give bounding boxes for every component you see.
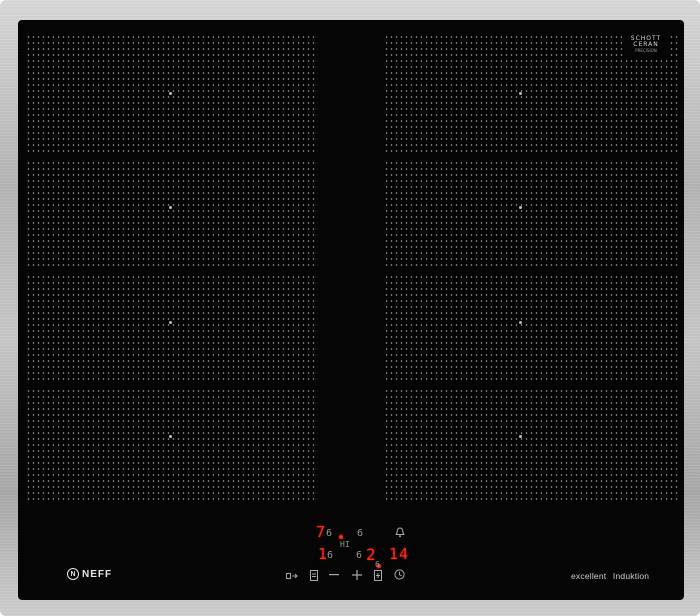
zone-center-mark — [169, 435, 172, 438]
boost-label: HI — [340, 540, 350, 549]
clock-icon[interactable] — [394, 569, 405, 580]
plus-icon[interactable] — [352, 570, 362, 580]
rear-left-level[interactable]: 1 — [318, 547, 327, 562]
zone-center-mark — [519, 321, 522, 324]
product-tagline: excellent Induktion — [571, 571, 653, 581]
glass-brand-line3: PRECISION — [635, 48, 657, 53]
front-left-indicator — [339, 535, 343, 539]
front-left-level[interactable]: 7 — [316, 525, 325, 540]
stainless-frame: SCHOTT CERAN PRECISION 7 6 HI 6 1 6 6 2 … — [0, 0, 700, 616]
zone-center-mark — [519, 206, 522, 209]
neff-logo: N NEFF — [67, 568, 112, 580]
zone-divider — [26, 268, 318, 274]
zone-divider — [26, 152, 318, 158]
zone-center-mark — [169, 92, 172, 95]
zone-divider — [26, 384, 318, 390]
zone-center-mark — [169, 321, 172, 324]
rear-left-small: 6 — [327, 550, 334, 561]
timer-display: 14 — [389, 545, 410, 563]
bottom-small-digit: 6 — [375, 560, 380, 569]
neff-badge: N — [67, 568, 79, 580]
ceramic-glass-top: SCHOTT CERAN PRECISION 7 6 HI 6 1 6 6 2 … — [18, 20, 684, 600]
zone-center-mark — [169, 206, 172, 209]
minus-icon[interactable] — [329, 574, 339, 576]
center-mid-level[interactable]: 6 — [356, 551, 362, 561]
zone-divider — [384, 268, 678, 274]
tagline-word-2: Induktion — [612, 571, 650, 581]
front-left-small: 6 — [326, 528, 333, 539]
zone-divider — [384, 152, 678, 158]
zone-divider — [384, 384, 678, 390]
zone-center-mark — [519, 435, 522, 438]
timer-icon[interactable] — [374, 570, 382, 581]
bell-icon[interactable] — [395, 527, 405, 538]
zone-select-icon[interactable] — [310, 570, 318, 581]
center-top-level[interactable]: 6 — [357, 529, 363, 539]
zone-center-mark — [519, 92, 522, 95]
schott-ceran-logo: SCHOTT CERAN PRECISION — [624, 36, 668, 56]
tagline-word-1: excellent — [571, 571, 607, 581]
neff-brand-name: NEFF — [82, 568, 113, 580]
flexzone-icon[interactable] — [286, 572, 298, 580]
